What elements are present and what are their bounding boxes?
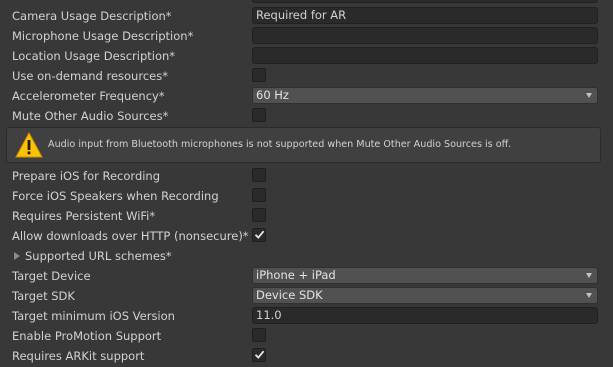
camera-usage-row: Camera Usage Description* Required for A… [0, 6, 613, 26]
checkmark-icon [254, 230, 265, 239]
persistent-wifi-checkbox[interactable] [252, 208, 266, 222]
mute-other-audio-label: Mute Other Audio Sources* [12, 109, 169, 123]
accelerometer-frequency-row: Accelerometer Frequency* 60 Hz [0, 86, 613, 106]
mute-other-audio-row: Mute Other Audio Sources* [0, 106, 613, 126]
microphone-usage-label: Microphone Usage Description* [12, 29, 194, 43]
accelerometer-frequency-dropdown[interactable]: 60 Hz [252, 87, 598, 104]
arkit-support-row: Requires ARKit support [0, 346, 613, 366]
target-sdk-row: Target SDK Device SDK [0, 286, 613, 306]
on-demand-resources-label: Use on-demand resources* [12, 69, 168, 83]
allow-http-label: Allow downloads over HTTP (nonsecure)* [12, 229, 249, 243]
arkit-support-checkbox[interactable] [252, 348, 266, 362]
mute-other-audio-checkbox[interactable] [252, 108, 266, 122]
url-schemes-foldout[interactable]: Supported URL schemes* [0, 246, 613, 266]
on-demand-resources-row: Use on-demand resources* [0, 66, 613, 86]
force-ios-speakers-checkbox[interactable] [252, 188, 266, 202]
chevron-down-icon [586, 93, 592, 98]
promotion-support-checkbox[interactable] [252, 328, 266, 342]
target-device-label: Target Device [12, 269, 91, 283]
microphone-usage-row: Microphone Usage Description* [0, 26, 613, 46]
target-device-dropdown[interactable]: iPhone + iPad [252, 267, 598, 284]
target-sdk-dropdown[interactable]: Device SDK [252, 287, 598, 304]
warning-help-box: Audio input from Bluetooth microphones i… [6, 127, 601, 163]
persistent-wifi-row: Requires Persistent WiFi* [0, 206, 613, 226]
prepare-ios-recording-label: Prepare iOS for Recording [12, 169, 161, 183]
force-ios-speakers-label: Force iOS Speakers when Recording [12, 189, 219, 203]
accelerometer-frequency-label: Accelerometer Frequency* [12, 89, 165, 103]
previous-field-clipped[interactable] [252, 0, 598, 3]
allow-http-row: Allow downloads over HTTP (nonsecure)* [0, 226, 613, 246]
camera-usage-field[interactable]: Required for AR [252, 7, 598, 24]
arkit-support-label: Requires ARKit support [12, 349, 145, 363]
camera-usage-label: Camera Usage Description* [12, 9, 172, 23]
target-min-ios-label: Target minimum iOS Version [12, 309, 175, 323]
location-usage-row: Location Usage Description* [0, 46, 613, 66]
target-min-ios-field[interactable]: 11.0 [252, 307, 598, 324]
target-device-value: iPhone + iPad [256, 268, 336, 282]
target-sdk-label: Target SDK [12, 289, 75, 303]
caret-right-icon[interactable] [14, 252, 20, 260]
target-device-row: Target Device iPhone + iPad [0, 266, 613, 286]
url-schemes-label: Supported URL schemes* [25, 249, 172, 263]
checkmark-icon [254, 350, 265, 359]
prepare-ios-recording-checkbox[interactable] [252, 168, 266, 182]
allow-http-checkbox[interactable] [252, 228, 266, 242]
chevron-down-icon [586, 293, 592, 298]
warning-text: Audio input from Bluetooth microphones i… [48, 139, 512, 150]
promotion-support-label: Enable ProMotion Support [12, 329, 162, 343]
target-sdk-value: Device SDK [256, 288, 323, 302]
chevron-down-icon [586, 273, 592, 278]
promotion-support-row: Enable ProMotion Support [0, 326, 613, 346]
location-usage-label: Location Usage Description* [12, 49, 176, 63]
warning-icon [15, 132, 43, 158]
accelerometer-frequency-value: 60 Hz [256, 88, 289, 102]
on-demand-resources-checkbox[interactable] [252, 68, 266, 82]
target-min-ios-row: Target minimum iOS Version 11.0 [0, 306, 613, 326]
prepare-ios-recording-row: Prepare iOS for Recording [0, 166, 613, 186]
persistent-wifi-label: Requires Persistent WiFi* [12, 209, 156, 223]
location-usage-field[interactable] [252, 47, 598, 64]
force-ios-speakers-row: Force iOS Speakers when Recording [0, 186, 613, 206]
microphone-usage-field[interactable] [252, 27, 598, 44]
